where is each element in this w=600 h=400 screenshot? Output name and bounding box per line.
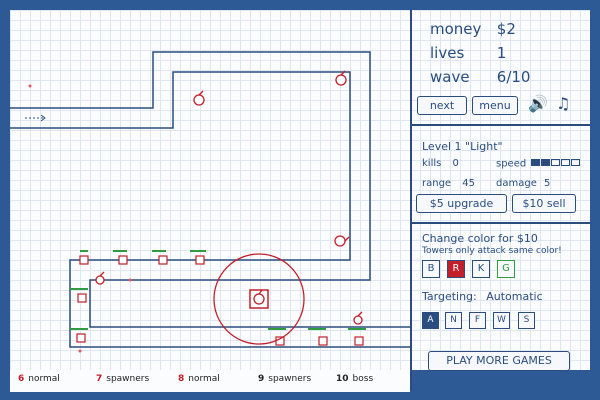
target-button-n[interactable]: N xyxy=(445,312,462,329)
target-button-a[interactable]: A xyxy=(422,312,439,329)
speed-label: speed xyxy=(496,158,527,170)
speed-bar xyxy=(531,158,581,169)
music-notes-icon[interactable]: ♫ xyxy=(556,94,570,113)
wave-type: normal xyxy=(188,374,220,384)
target-button-w[interactable]: W xyxy=(493,312,510,329)
money-label: money xyxy=(430,20,482,38)
play-more-games-button[interactable]: PLAY MORE GAMES xyxy=(428,351,570,371)
money-value: $2 xyxy=(496,20,516,38)
enemy[interactable] xyxy=(113,250,128,265)
target-button-f[interactable]: F xyxy=(469,312,486,329)
range-row: range 45 xyxy=(422,178,475,189)
color-subtitle: Towers only attack same color! xyxy=(422,246,562,256)
next-button[interactable]: next xyxy=(417,96,467,115)
wave-item: 7 spawners xyxy=(96,374,149,384)
kills-row: kills 0 xyxy=(422,158,459,169)
wave-type: spawners xyxy=(106,374,150,384)
color-button-g[interactable]: G xyxy=(497,260,515,278)
enemy[interactable] xyxy=(193,90,205,106)
targeting-row: Targeting: Automatic xyxy=(422,290,543,303)
enemy[interactable] xyxy=(335,70,347,86)
target-button-s[interactable]: S xyxy=(518,312,535,329)
color-button-k[interactable]: K xyxy=(472,260,490,278)
lives-label: lives xyxy=(430,44,465,62)
divider xyxy=(412,222,590,224)
wave-row: wave 6/10 xyxy=(430,68,530,86)
lives-value: 1 xyxy=(496,44,507,62)
wave-number: 8 xyxy=(178,374,185,384)
enemy[interactable] xyxy=(308,328,328,346)
speed-segment xyxy=(541,159,551,166)
speed-segment xyxy=(561,159,571,166)
wave-item: 9 spawners xyxy=(258,374,311,384)
sell-button[interactable]: $10 sell xyxy=(512,194,576,213)
wave-value: 6/10 xyxy=(496,68,531,86)
wave-type: normal xyxy=(28,374,60,384)
divider xyxy=(412,124,590,126)
range-value: 45 xyxy=(462,178,475,189)
speed-row: speed xyxy=(496,158,581,170)
damage-value: 5 xyxy=(544,178,551,189)
wave-number: 6 xyxy=(18,374,25,384)
kills-value: 0 xyxy=(452,158,459,169)
tower-title: Level 1 "Light" xyxy=(422,140,503,153)
enemy[interactable] xyxy=(152,250,168,265)
wave-type: spawners xyxy=(268,374,312,384)
enemy[interactable] xyxy=(190,250,206,265)
side-panel: money $2 lives 1 wave 6/10 next menu 🔊 ♫… xyxy=(412,10,590,390)
color-title: Change color for $10 xyxy=(422,232,538,245)
kills-label: kills xyxy=(422,158,442,169)
enemy[interactable] xyxy=(70,328,88,343)
enemy[interactable] xyxy=(95,271,105,285)
enemy[interactable] xyxy=(70,288,88,303)
targeting-value: Automatic xyxy=(486,290,543,303)
wave-number: 9 xyxy=(258,374,265,384)
lives-row: lives 1 xyxy=(430,44,506,62)
enemy[interactable] xyxy=(348,328,366,346)
speed-segment xyxy=(551,159,561,166)
wave-number: 7 xyxy=(96,374,103,384)
enemy[interactable] xyxy=(79,250,89,265)
speed-segment xyxy=(571,159,581,166)
wave-item: 8 normal xyxy=(178,374,220,384)
wave-number: 10 xyxy=(336,374,349,384)
enemy[interactable] xyxy=(334,235,350,247)
wave-item: 6 normal xyxy=(18,374,60,384)
tower[interactable] xyxy=(249,289,269,309)
damage-row: damage 5 xyxy=(496,178,550,189)
menu-button[interactable]: menu xyxy=(472,96,518,115)
money-row: money $2 xyxy=(430,20,516,38)
targeting-label: Targeting: xyxy=(422,290,477,303)
speed-segment xyxy=(531,159,541,166)
damage-label: damage xyxy=(496,178,537,189)
wave-label: wave xyxy=(430,68,470,86)
wave-type: boss xyxy=(352,374,374,384)
color-button-r[interactable]: R xyxy=(447,260,465,278)
color-button-b[interactable]: B xyxy=(422,260,440,278)
enemy[interactable] xyxy=(353,311,363,325)
speaker-icon[interactable]: 🔊 xyxy=(528,94,548,113)
wave-item: 10 boss xyxy=(336,374,373,384)
upgrade-button[interactable]: $5 upgrade xyxy=(416,194,507,213)
range-label: range xyxy=(422,178,452,189)
